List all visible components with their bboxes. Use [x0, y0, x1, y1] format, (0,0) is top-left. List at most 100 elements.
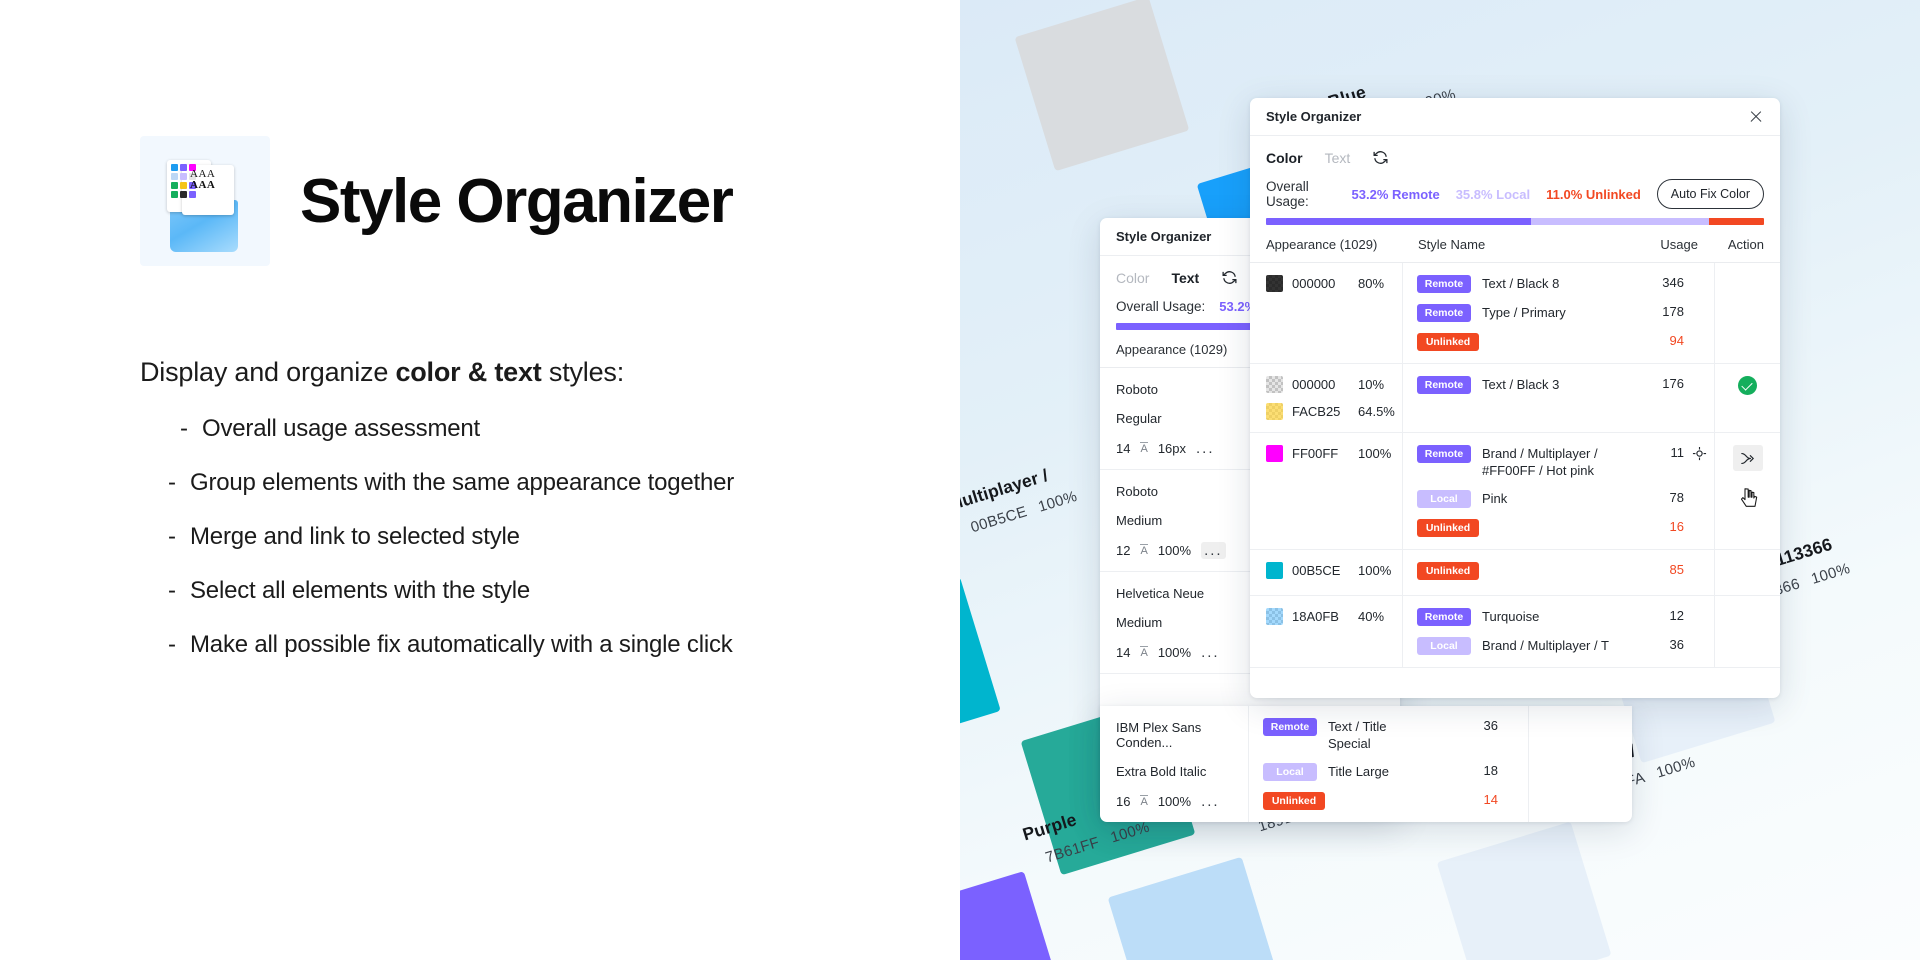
style-organizer-app-icon: AAA AAA — [140, 136, 270, 266]
target-icon[interactable] — [1684, 445, 1714, 461]
style-line[interactable]: Remote Text / Title Special 36 — [1263, 718, 1528, 752]
action-cell[interactable] — [1714, 263, 1780, 363]
style-usage-count: 14 — [1483, 792, 1498, 807]
header-appearance: Appearance (1029) — [1266, 237, 1378, 252]
style-line[interactable]: Local Title Large 18 — [1263, 763, 1528, 781]
color-opacity: 40% — [1358, 609, 1385, 624]
row-menu-button[interactable]: ... — [1201, 793, 1220, 810]
color-hex: 000000 — [1292, 377, 1336, 392]
text-bottom-row[interactable]: IBM Plex Sans Conden... Extra Bold Itali… — [1100, 706, 1632, 822]
style-name: Turquoise — [1482, 609, 1540, 624]
style-line[interactable]: Local Pink 78 — [1417, 490, 1714, 508]
row-icon-placeholder — [1684, 376, 1714, 377]
icon-swatch — [180, 191, 187, 198]
color-hex: FACB25 — [1292, 404, 1341, 419]
style-line[interactable]: Remote Text / Black 8 346 — [1417, 275, 1714, 293]
style-line[interactable]: Unlinked 94 — [1417, 333, 1714, 351]
table-row[interactable]: 00B5CE 100% Unlinked 85 — [1250, 550, 1780, 596]
line-height-value: 100% — [1157, 543, 1192, 558]
style-line[interactable]: Unlinked 16 — [1417, 519, 1714, 537]
color-swatch — [1266, 562, 1283, 579]
style-usage-count: 78 — [1669, 490, 1684, 505]
bullet-dash: - — [168, 469, 176, 496]
action-cell[interactable] — [1714, 364, 1780, 432]
action-cell[interactable] — [1714, 550, 1780, 595]
swatch-chip — [1107, 856, 1283, 960]
action-cell[interactable] — [1714, 433, 1780, 549]
bullet-text: Group elements with the same appearance … — [190, 469, 735, 496]
color-panel-title: Style Organizer — [1266, 109, 1362, 124]
color-table-header: Appearance (1029) Style Name Usage Actio… — [1250, 225, 1780, 263]
marketing-pane: AAA AAA Style Organizer Display and orga… — [0, 0, 960, 960]
refresh-icon[interactable] — [1372, 149, 1389, 166]
text-panel-title: Style Organizer — [1116, 229, 1212, 244]
style-line[interactable]: Unlinked 14 — [1263, 792, 1528, 810]
text-style-panel-bottom[interactable]: IBM Plex Sans Conden... Extra Bold Itali… — [1100, 706, 1632, 822]
font-metrics: 14 A 100%... — [1116, 644, 1248, 661]
style-line[interactable]: Remote Type / Primary 178 — [1417, 304, 1714, 322]
row-menu-button[interactable]: ... — [1201, 542, 1226, 559]
bullet-dash: - — [180, 415, 188, 442]
action-cell[interactable] — [1714, 596, 1780, 667]
color-opacity: 100% — [1358, 563, 1392, 578]
status-badge: Unlinked — [1417, 562, 1479, 580]
brand-row: AAA AAA Style Organizer — [140, 136, 734, 266]
swatch-card-opacity: 100% — [1808, 559, 1853, 588]
usage-bar-segment — [1530, 218, 1710, 225]
row-menu-button[interactable]: ... — [1201, 644, 1220, 661]
row-icon-placeholder — [1498, 718, 1528, 719]
font-size: 12 — [1116, 543, 1131, 558]
tab-color[interactable]: Color — [1116, 270, 1149, 286]
style-usage-count: 85 — [1669, 562, 1684, 577]
row-icon-placeholder — [1684, 562, 1714, 563]
row-icon-placeholder — [1684, 333, 1714, 334]
style-line[interactable]: Remote Text / Black 3 176 — [1417, 376, 1714, 394]
table-row[interactable]: 18A0FB 40% Remote Turquoise 12 Local Brand / M… — [1250, 596, 1780, 668]
row-icon-placeholder — [1498, 763, 1528, 764]
bullet-text: Select all elements with the style — [190, 577, 531, 604]
style-line[interactable]: Local Brand / Multiplayer / T 36 — [1417, 637, 1714, 655]
styles-cell: Remote Brand / Multiplayer / #FF00FF / Ho… — [1402, 433, 1714, 549]
color-opacity: 100% — [1358, 446, 1392, 461]
lede-bold: color & text — [395, 357, 542, 387]
appearance-cell: 00B5CE 100% — [1250, 550, 1402, 595]
style-line[interactable]: Remote Turquoise 12 — [1417, 608, 1714, 626]
tab-text[interactable]: Text — [1325, 150, 1351, 166]
overall-usage-row: Overall Usage: 53.2% Remote 35.8% Local … — [1250, 175, 1780, 209]
style-name: Type / Primary — [1482, 305, 1566, 320]
color-hex: 000000 — [1292, 276, 1336, 291]
close-icon[interactable] — [1746, 107, 1766, 127]
icon-swatch — [171, 173, 178, 180]
appearance-line: 00B5CE 100% — [1266, 562, 1402, 579]
style-line[interactable]: Unlinked 85 — [1417, 562, 1714, 580]
tab-color[interactable]: Color — [1266, 150, 1303, 166]
color-hex: 18A0FB — [1292, 609, 1339, 624]
style-usage-count: 346 — [1662, 275, 1684, 290]
status-badge: Remote — [1417, 275, 1471, 293]
text-header-appearance: Appearance (1029) — [1116, 342, 1228, 357]
row-menu-button[interactable]: ... — [1196, 440, 1215, 457]
color-swatch — [1266, 403, 1283, 420]
header-style-name: Style Name — [1418, 237, 1486, 252]
font-cell: Roboto Regular 14 A 16px... — [1100, 368, 1248, 469]
table-row[interactable]: FF00FF 100% Remote Brand / Multiplayer / #F… — [1250, 433, 1780, 550]
icon-swatch — [171, 182, 178, 189]
tab-text[interactable]: Text — [1171, 270, 1199, 286]
table-row[interactable]: 000000 80% Remote Text / Black 8 346 Remote Ty… — [1250, 263, 1780, 364]
styles-cell: Unlinked 85 — [1402, 550, 1714, 595]
auto-fix-color-button[interactable]: Auto Fix Color — [1656, 179, 1764, 209]
icon-swatch — [171, 164, 178, 171]
merge-link-button[interactable] — [1732, 445, 1763, 471]
icon-swatch — [180, 182, 187, 189]
table-row[interactable]: 000000 10% FACB25 64.5% Remote Text / Black 3… — [1250, 364, 1780, 433]
status-badge: Unlinked — [1417, 519, 1479, 537]
style-line[interactable]: Remote Brand / Multiplayer / #FF00FF / Ho… — [1417, 445, 1714, 479]
swatch-chip — [1436, 821, 1612, 960]
status-badge: Remote — [1417, 304, 1471, 322]
refresh-icon[interactable] — [1221, 269, 1238, 286]
font-metrics: 14 A 16px... — [1116, 440, 1248, 457]
font-cell: Helvetica Neue Medium 14 A 100%... — [1100, 572, 1248, 673]
color-style-panel[interactable]: Style Organizer Color Text Overall Usage… — [1250, 98, 1780, 698]
status-badge: Remote — [1417, 376, 1471, 394]
style-usage-count: 18 — [1483, 763, 1498, 778]
